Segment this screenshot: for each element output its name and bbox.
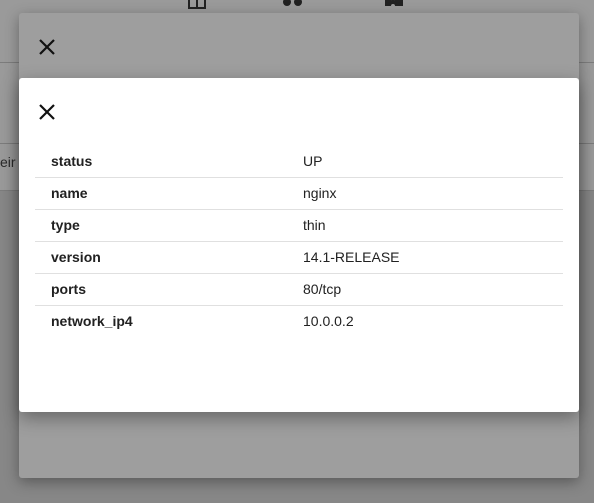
- row-value: 14.1-RELEASE: [287, 241, 563, 274]
- row-key: type: [35, 209, 287, 242]
- row-value: thin: [287, 209, 563, 242]
- table-row: type thin: [35, 209, 563, 242]
- jail-info-dialog: status UP name nginx type thin version 1…: [19, 78, 579, 412]
- table-row: status UP: [35, 145, 563, 178]
- table-row: version 14.1-RELEASE: [35, 241, 563, 274]
- row-key: ports: [35, 273, 287, 306]
- table-row: name nginx: [35, 177, 563, 210]
- close-icon: [39, 104, 55, 120]
- close-icon: [39, 39, 55, 55]
- row-key: network_ip4: [51, 313, 133, 330]
- row-key: name: [35, 177, 287, 210]
- row-value: nginx: [287, 177, 563, 210]
- row-value: 10.0.0.2: [303, 313, 354, 330]
- row-key: status: [35, 145, 287, 178]
- row-value: UP: [287, 145, 563, 178]
- row-key: version: [35, 241, 287, 274]
- table-row: network_ip4 10.0.0.2: [35, 305, 563, 337]
- info-table: status UP name nginx type thin version 1…: [35, 145, 563, 337]
- row-value: 80/tcp: [287, 273, 563, 306]
- table-row: ports 80/tcp: [35, 273, 563, 306]
- outer-close-button[interactable]: [33, 33, 61, 61]
- dialog-close-button[interactable]: [33, 98, 61, 126]
